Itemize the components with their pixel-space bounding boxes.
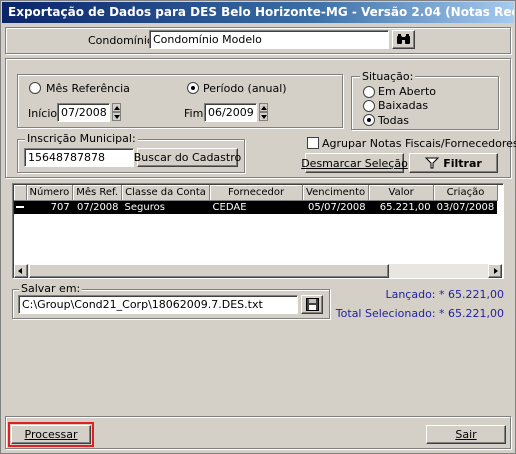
arrow-left-icon [18,268,22,274]
sair-label: Sair [455,428,477,441]
situacao-baixadas-radio[interactable] [363,100,375,112]
row-indicator [14,200,26,214]
spin-up-icon[interactable] [112,103,121,112]
funnel-icon [425,157,440,169]
table-hscrollbar[interactable] [14,264,502,278]
salvar-path-field[interactable]: C:\Group\Cond21_Corp\18062009.7.DES.txt [18,295,298,314]
cell-mes-ref: 07/2008 [72,200,122,214]
spin-down-icon[interactable] [112,112,121,121]
main-window: Exportação de Dados para DES Belo Horizo… [0,0,516,454]
filtrar-label: Filtrar [443,156,482,170]
desmarcar-selecao-label: Desmarcar Seleção [301,156,408,170]
fim-field[interactable]: 06/2009 [204,103,257,122]
cell-fornecedor: CEDAE [209,200,303,214]
condominio-label: Condomínio: [88,34,158,47]
fim-label: Fim [184,107,204,120]
situacao-todas-radio[interactable] [363,114,375,126]
processar-button[interactable]: Processar [11,425,91,444]
binoculars-icon [397,34,410,44]
desmarcar-selecao-button[interactable]: Desmarcar Seleção [301,153,408,173]
periodo-anual-label: Período (anual) [203,82,287,95]
table-header-classe[interactable]: Classe da Conta [121,185,211,201]
salvar-label: Salvar em: [19,282,83,295]
scroll-right-button[interactable] [488,264,502,278]
table-header-fornecedor[interactable]: Fornecedor [209,185,304,201]
inicio-spinner[interactable] [112,103,121,121]
cell-numero: 707 [26,200,73,214]
mes-referencia-radio[interactable] [29,82,41,94]
spin-up-icon[interactable] [259,103,268,112]
condominio-search-button[interactable] [392,30,415,49]
spin-down-icon[interactable] [259,112,268,121]
cell-valor: 65.221,00 [368,200,434,214]
sair-button[interactable]: Sair [426,425,506,444]
table-header-row: Número Mês Ref. Classe da Conta Forneced… [14,185,498,201]
agrupar-checkbox[interactable] [307,137,319,149]
table-header-valor[interactable]: Valor [368,185,435,201]
inscricao-label: Inscrição Municipal: [25,132,138,145]
lancado-total: Lançado: * 65.221,00 [385,288,504,301]
cell-vencimento: 05/07/2008 [302,200,369,214]
processar-label: Processar [24,428,78,441]
mes-referencia-label: Mês Referência [46,82,130,95]
situacao-em-aberto-label: Em Aberto [378,85,437,98]
inicio-field[interactable]: 07/2008 [57,103,110,122]
fim-spinner[interactable] [259,103,268,121]
window-title: Exportação de Dados para DES Belo Horizo… [2,2,514,23]
total-selecionado: Total Selecionado: * 65.221,00 [335,307,504,320]
situacao-baixadas-label: Baixadas [378,99,429,112]
situacao-todas-label: Todas [378,114,410,127]
floppy-disk-icon [305,298,319,311]
inicio-label: Início [28,107,58,120]
situacao-label: Situação: [360,70,416,83]
condominio-field[interactable]: Condomínio Modelo [149,30,389,49]
agrupar-label: Agrupar Notas Fiscais/Fornecedores [322,137,516,150]
periodo-anual-radio[interactable] [187,82,199,94]
table-header-indicator [14,185,27,201]
table-header-numero[interactable]: Número [26,185,74,201]
table-header-vencimento[interactable]: Vencimento [302,185,370,201]
table-header-mes-ref[interactable]: Mês Ref. [72,185,123,201]
notas-table: Número Mês Ref. Classe da Conta Forneced… [14,185,498,214]
table-header-criacao[interactable]: Criação [433,185,498,201]
salvar-browse-button[interactable] [301,295,323,314]
arrow-right-icon [494,268,498,274]
scroll-thumb[interactable] [29,264,389,278]
cell-criacao: 03/07/2008 [433,200,498,214]
scroll-left-button[interactable] [14,264,28,278]
buscar-cadastro-button[interactable]: Buscar do Cadastro [134,148,241,167]
table-row[interactable]: 707 07/2008 Seguros CEDAE 05/07/2008 65.… [14,200,498,214]
situacao-em-aberto-radio[interactable] [363,86,375,98]
filtrar-button[interactable]: Filtrar [409,153,498,173]
cell-classe: Seguros [121,200,210,214]
inscricao-field[interactable]: 15648787878 [24,148,134,167]
